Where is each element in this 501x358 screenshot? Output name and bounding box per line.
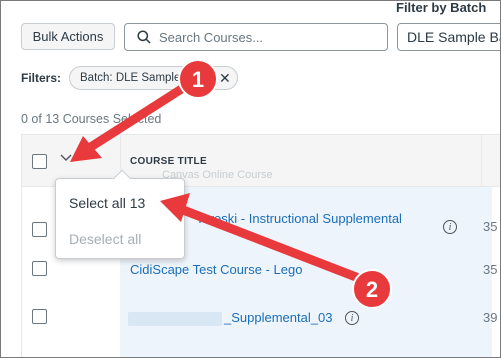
annotation-overlay: 1 2 bbox=[70, 59, 392, 309]
annotation-badge-2: 2 bbox=[352, 269, 392, 309]
annotation-step-2: 2 bbox=[366, 277, 378, 302]
annotation-badge-1: 1 bbox=[178, 59, 218, 99]
annotation-step-1: 1 bbox=[192, 67, 204, 92]
annotation-arrow-2 bbox=[160, 193, 361, 282]
annotation-arrow-1 bbox=[70, 83, 188, 162]
